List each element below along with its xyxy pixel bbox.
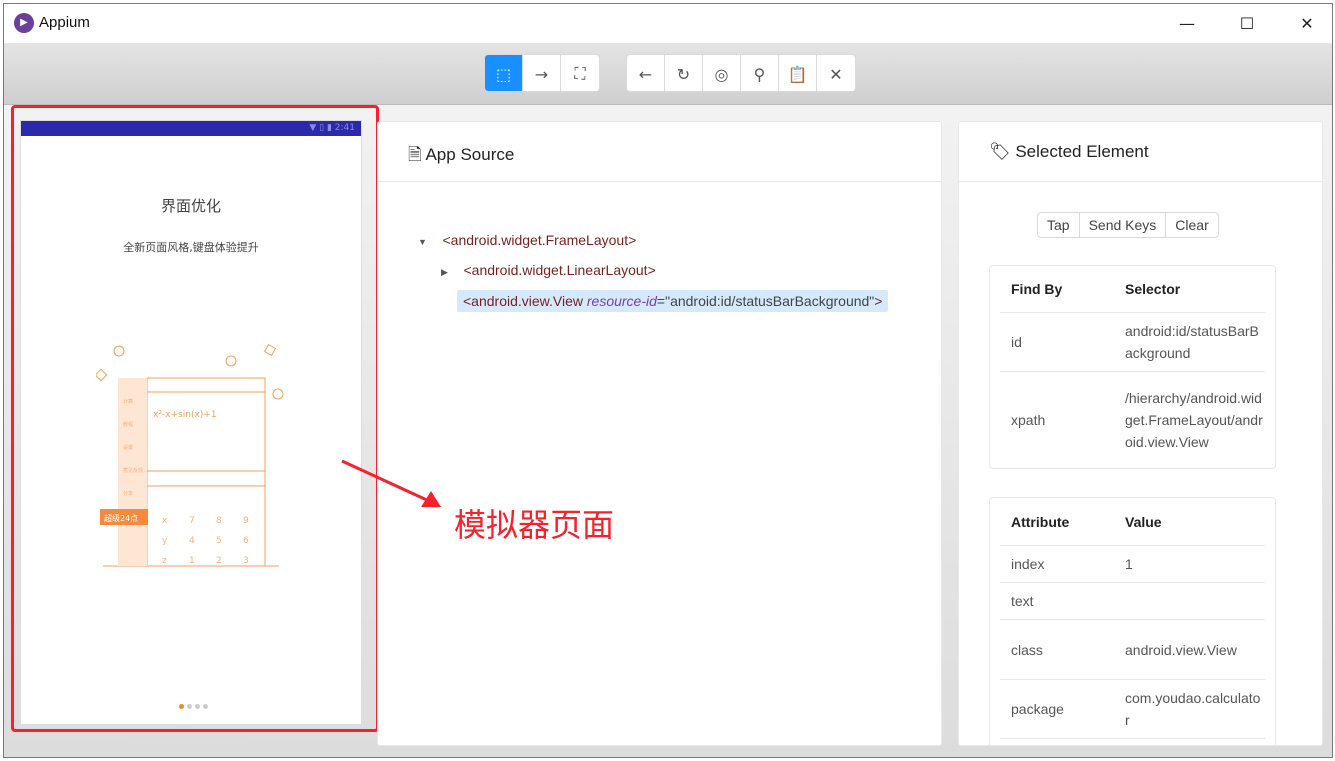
swipe-arrow-icon: →	[534, 64, 549, 84]
caret-down-icon[interactable]: ▼	[418, 237, 427, 247]
search-icon: ⚲	[753, 64, 766, 84]
eye-icon: ◎	[714, 64, 729, 84]
caret-right-icon[interactable]: ▶	[441, 267, 448, 277]
cell: id	[1011, 334, 1022, 350]
selected-element-panel: 🏷 Selected Element Tap Send Keys Clear F…	[958, 121, 1323, 746]
table-row: text	[1000, 583, 1265, 620]
find-by-table: Find By Selector id android:id/statusBarBa…	[989, 265, 1276, 469]
app-source-panel: 🗎 App Source ▼ <android.widget.FrameLayo…	[377, 121, 942, 746]
file-icon: 🗎	[408, 145, 422, 164]
select-element-button[interactable]: ⬚	[485, 55, 523, 91]
selected-element-header: 🏷 Selected Element	[959, 122, 1322, 182]
tap-button[interactable]: Tap	[1038, 213, 1080, 237]
appium-logo-icon: ▶	[14, 13, 34, 33]
selected-element-title: Selected Element	[1015, 142, 1149, 161]
show-hide-button[interactable]: ◎	[703, 55, 741, 91]
inspector-main: ▼ ▯ ▮ 2:41 界面优化 全新页面风格,键盘体验提升 超级24点 x²-x…	[4, 105, 1332, 757]
select-element-icon: ⬚	[495, 64, 512, 84]
attr-eq: =	[656, 293, 666, 309]
back-button[interactable]: ←	[627, 55, 665, 91]
appium-window: ▶ Appium — ☐ ✕ ⬚ → ⛶ ← ↻ ◎ ⚲ 📋 ✕ ▼ ▯ ▮ 2…	[3, 3, 1333, 758]
app-source-title: App Source	[425, 145, 515, 164]
back-arrow-icon: ←	[638, 64, 653, 84]
cell: 1	[1125, 556, 1133, 572]
tree-node-linearlayout[interactable]: ▶ <android.widget.LinearLayout>	[441, 262, 656, 278]
table-row[interactable]: xpath/hierarchy/android.widget.FrameLayo…	[1000, 372, 1265, 468]
quit-session-button[interactable]: ✕	[817, 55, 855, 91]
action-button-group: ← ↻ ◎ ⚲ 📋 ✕	[626, 54, 856, 92]
node-label: <android.view.View resource-id="android:…	[457, 290, 889, 312]
send-keys-button[interactable]: Send Keys	[1080, 213, 1167, 237]
node-label: <android.widget.LinearLayout>	[463, 262, 656, 278]
cell: android.view.View	[1125, 641, 1237, 658]
tag-icon: 🏷	[989, 142, 1011, 161]
element-actions: Tap Send Keys Clear	[1037, 212, 1219, 238]
cell: xpath	[1011, 412, 1046, 428]
column-header: Selector	[1125, 281, 1181, 297]
window-title: Appium	[39, 14, 90, 31]
recorder-button[interactable]: 📋	[779, 55, 817, 91]
cell: class	[1011, 641, 1043, 658]
search-button[interactable]: ⚲	[741, 55, 779, 91]
cell: text	[1011, 593, 1034, 609]
tap-coordinates-button[interactable]: ⛶	[561, 55, 599, 91]
cell: package	[1011, 701, 1064, 717]
maximize-button[interactable]: ☐	[1224, 10, 1270, 38]
table-row: class android.view.View	[1000, 620, 1265, 680]
minimize-button[interactable]: —	[1164, 10, 1210, 38]
annotation-box	[11, 105, 379, 732]
column-header: Attribute	[1011, 513, 1070, 530]
close-icon: ✕	[829, 64, 843, 84]
tag-open: <android.view.View	[463, 293, 587, 309]
cell: com.youdao.calculator	[1125, 690, 1261, 728]
annotation-label: 模拟器页面	[454, 506, 615, 544]
tree-node-framelayout[interactable]: ▼ <android.widget.FrameLayout>	[418, 232, 636, 248]
close-window-button[interactable]: ✕	[1284, 10, 1330, 38]
column-header: Find By	[1011, 281, 1063, 297]
node-label: <android.widget.FrameLayout>	[442, 232, 637, 248]
cell[interactable]: /hierarchy/android.widget.FrameLayout/an…	[1125, 387, 1265, 453]
cell: index	[1011, 556, 1045, 572]
tag-close: >	[874, 293, 883, 309]
tree-node-view-selected[interactable]: <android.view.View resource-id="android:…	[457, 290, 889, 312]
table-row[interactable]: id android:id/statusBarBackground	[1000, 313, 1265, 372]
title-bar: ▶ Appium — ☐ ✕	[4, 4, 1332, 43]
clear-button[interactable]: Clear	[1166, 213, 1217, 237]
refresh-button[interactable]: ↻	[665, 55, 703, 91]
clipboard-icon: 📋	[787, 64, 808, 84]
cell[interactable]: android:id/statusBarBackground	[1125, 320, 1265, 364]
swipe-button[interactable]: →	[523, 55, 561, 91]
refresh-icon: ↻	[676, 64, 691, 84]
tap-coordinates-icon: ⛶	[574, 64, 586, 83]
table-row: package com.youdao.calculator	[1000, 680, 1265, 739]
toolbar: ⬚ → ⛶ ← ↻ ◎ ⚲ 📋 ✕	[4, 43, 1332, 105]
attributes-table: Attribute Value index 1 text class android.…	[989, 497, 1276, 745]
column-header: Value	[1125, 513, 1162, 530]
app-source-header: 🗎 App Source	[378, 122, 941, 182]
mode-button-group: ⬚ → ⛶	[484, 54, 600, 92]
attr-value: "android:id/statusBarBackground"	[665, 293, 875, 309]
attr-name: resource-id	[586, 293, 657, 309]
annotation-arrow-icon	[341, 459, 441, 507]
table-row: index 1	[1000, 546, 1265, 583]
